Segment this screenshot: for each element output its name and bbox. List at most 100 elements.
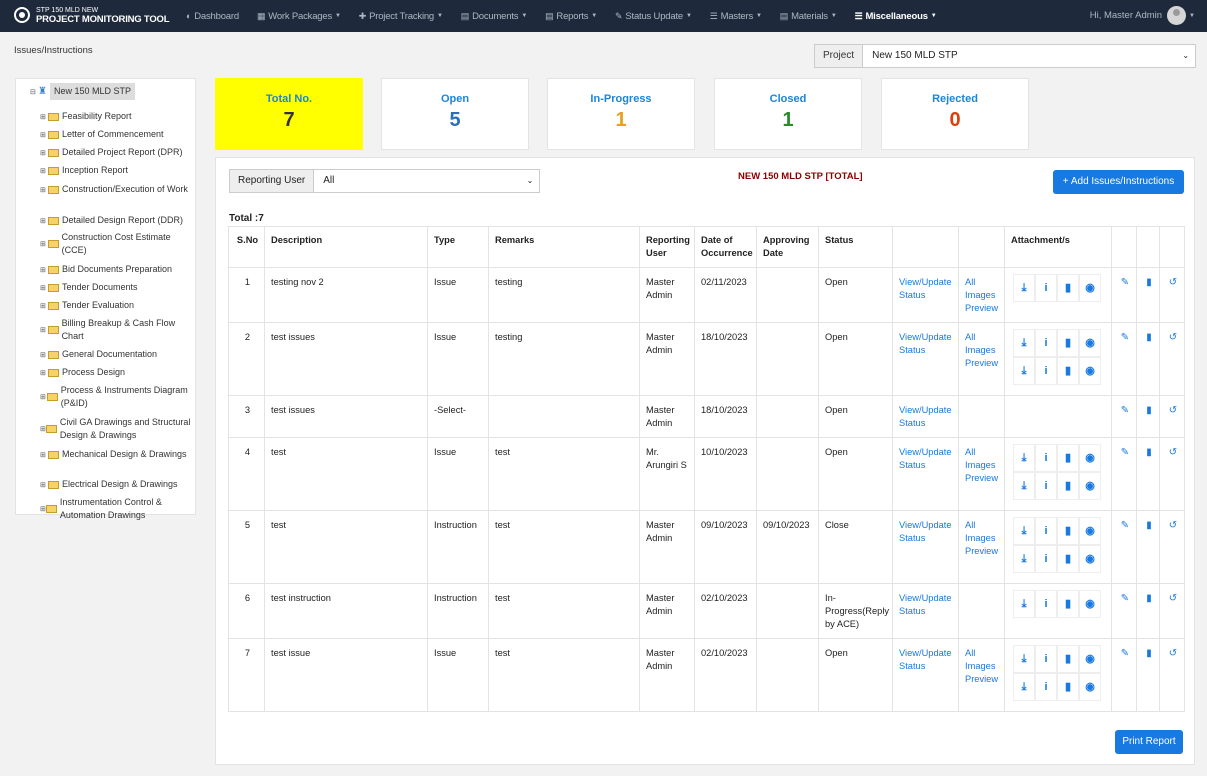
trash-icon[interactable]: ▮ <box>1143 519 1155 532</box>
tree-item[interactable]: ⊞ Feasibility Report <box>40 110 192 123</box>
menu-item-dashboard[interactable]: ◐ Dashboard <box>186 11 239 22</box>
trash-icon[interactable]: ▮ <box>1143 446 1155 459</box>
expand-icon[interactable]: ⊞ <box>40 481 48 489</box>
trash-icon[interactable]: ▮ <box>1057 274 1079 302</box>
edit-icon[interactable]: ✎ <box>1118 519 1132 532</box>
trash-icon[interactable]: ▮ <box>1143 276 1155 289</box>
images-preview-link[interactable] <box>958 583 1005 639</box>
history-icon[interactable]: ↺ <box>1166 647 1180 660</box>
trash-icon[interactable]: ▮ <box>1143 404 1155 417</box>
eye-icon[interactable]: ◉ <box>1079 545 1101 573</box>
card-closed[interactable]: Closed 1 <box>714 78 862 150</box>
card-total-no[interactable]: Total No. 7 <box>215 78 363 150</box>
tree-item[interactable]: ⊞ Civil GA Drawings and Structural Design… <box>40 416 192 442</box>
edit-icon[interactable]: ✎ <box>1118 446 1132 459</box>
tree-item[interactable]: ⊞ Tender Documents <box>40 281 192 294</box>
tree-item[interactable]: ⊞ Process Design <box>40 366 192 379</box>
menu-item-status-update[interactable]: ✎ Status Update ▼ <box>615 11 692 22</box>
add-issues-button[interactable]: + Add Issues/Instructions <box>1053 170 1184 194</box>
history-icon[interactable]: ↺ <box>1166 519 1180 532</box>
expand-icon[interactable]: ⊞ <box>40 326 48 334</box>
tree-item[interactable]: ⊞ Tender Evaluation <box>40 299 192 312</box>
view-update-status-link[interactable]: View/Update Status <box>892 395 959 438</box>
view-update-status-link[interactable]: View/Update Status <box>892 583 959 639</box>
trash-icon[interactable]: ▮ <box>1057 444 1079 472</box>
info-icon[interactable]: i <box>1035 357 1057 385</box>
eye-icon[interactable]: ◉ <box>1079 517 1101 545</box>
menu-item-project-tracking[interactable]: ✚ Project Tracking ▼ <box>359 11 443 22</box>
tree-item[interactable]: ⊞ Instrumentation Control & Automation Dr… <box>40 496 192 522</box>
menu-item-work-packages[interactable]: ▦ Work Packages ▼ <box>257 11 341 22</box>
trash-icon[interactable]: ▮ <box>1057 545 1079 573</box>
expand-icon[interactable]: ⊞ <box>40 131 48 139</box>
history-icon[interactable]: ↺ <box>1166 446 1180 459</box>
tree-item[interactable]: ⊞ Inception Report <box>40 164 192 177</box>
collapse-icon[interactable]: ⊟ <box>30 88 38 96</box>
reporting-user-select[interactable]: All ⌄ <box>313 169 541 193</box>
expand-icon[interactable]: ⊞ <box>40 266 48 274</box>
brand[interactable]: STP 150 MLD NEW PROJECT MONITORING TOOL <box>14 6 170 24</box>
view-update-status-link[interactable]: View/Update Status <box>892 638 959 712</box>
trash-icon[interactable]: ▮ <box>1143 647 1155 660</box>
trash-icon[interactable]: ▮ <box>1057 645 1079 673</box>
history-icon[interactable]: ↺ <box>1166 592 1180 605</box>
trash-icon[interactable]: ▮ <box>1057 472 1079 500</box>
eye-icon[interactable]: ◉ <box>1079 329 1101 357</box>
expand-icon[interactable]: ⊞ <box>40 167 48 175</box>
info-icon[interactable]: i <box>1035 590 1057 618</box>
history-icon[interactable]: ↺ <box>1166 331 1180 344</box>
tree-item[interactable]: ⊞ Detailed Design Report (DDR) <box>40 214 192 227</box>
download-icon[interactable]: ⤓ <box>1013 472 1035 500</box>
tree-item[interactable]: ⊞ Detailed Project Report (DPR) <box>40 146 192 159</box>
info-icon[interactable]: i <box>1035 472 1057 500</box>
download-icon[interactable]: ⤓ <box>1013 590 1035 618</box>
edit-icon[interactable]: ✎ <box>1118 276 1132 289</box>
history-icon[interactable]: ↺ <box>1166 276 1180 289</box>
view-update-status-link[interactable]: View/Update Status <box>892 510 959 584</box>
info-icon[interactable]: i <box>1035 444 1057 472</box>
menu-item-miscellaneous[interactable]: ☰ Miscellaneous ▼ <box>855 11 937 22</box>
download-icon[interactable]: ⤓ <box>1013 329 1035 357</box>
expand-icon[interactable]: ⊞ <box>40 240 48 248</box>
tree-item[interactable]: ⊞ Construction/Execution of Work <box>40 183 192 196</box>
info-icon[interactable]: i <box>1035 517 1057 545</box>
tree-item[interactable]: ⊞ Process & Instruments Diagram (P&ID) <box>40 384 192 410</box>
download-icon[interactable]: ⤓ <box>1013 274 1035 302</box>
user-menu[interactable]: Hi, Master Admin ▼ <box>1090 6 1195 25</box>
edit-icon[interactable]: ✎ <box>1118 404 1132 417</box>
trash-icon[interactable]: ▮ <box>1143 331 1155 344</box>
download-icon[interactable]: ⤓ <box>1013 673 1035 701</box>
trash-icon[interactable]: ▮ <box>1057 590 1079 618</box>
print-report-button[interactable]: Print Report <box>1115 730 1183 754</box>
expand-icon[interactable]: ⊞ <box>40 369 48 377</box>
tree-item[interactable]: ⊞ General Documentation <box>40 348 192 361</box>
download-icon[interactable]: ⤓ <box>1013 645 1035 673</box>
tree-root[interactable]: ⊟ ♜ New 150 MLD STP <box>30 83 135 100</box>
avatar[interactable] <box>1167 6 1187 25</box>
images-preview-link[interactable]: All Images Preview <box>958 510 1005 584</box>
history-icon[interactable]: ↺ <box>1166 404 1180 417</box>
menu-item-reports[interactable]: ▤ Reports ▼ <box>545 11 597 22</box>
card-open[interactable]: Open 5 <box>381 78 529 150</box>
info-icon[interactable]: i <box>1035 673 1057 701</box>
expand-icon[interactable]: ⊞ <box>40 284 48 292</box>
tree-item[interactable]: ⊞ Electrical Design & Drawings <box>40 478 192 491</box>
eye-icon[interactable]: ◉ <box>1079 590 1101 618</box>
download-icon[interactable]: ⤓ <box>1013 517 1035 545</box>
view-update-status-link[interactable]: View/Update Status <box>892 267 959 323</box>
eye-icon[interactable]: ◉ <box>1079 274 1101 302</box>
images-preview-link[interactable]: All Images Preview <box>958 437 1005 511</box>
trash-icon[interactable]: ▮ <box>1057 357 1079 385</box>
eye-icon[interactable]: ◉ <box>1079 444 1101 472</box>
download-icon[interactable]: ⤓ <box>1013 357 1035 385</box>
eye-icon[interactable]: ◉ <box>1079 472 1101 500</box>
expand-icon[interactable]: ⊞ <box>40 149 48 157</box>
images-preview-link[interactable]: All Images Preview <box>958 638 1005 712</box>
tree-item[interactable]: ⊞ Construction Cost Estimate (CCE) <box>40 231 192 257</box>
card-in-progress[interactable]: In-Progress 1 <box>547 78 695 150</box>
view-update-status-link[interactable]: View/Update Status <box>892 437 959 511</box>
eye-icon[interactable]: ◉ <box>1079 673 1101 701</box>
tree-item[interactable]: ⊞ Mechanical Design & Drawings <box>40 448 192 461</box>
expand-icon[interactable]: ⊞ <box>40 393 47 401</box>
view-update-status-link[interactable]: View/Update Status <box>892 322 959 396</box>
